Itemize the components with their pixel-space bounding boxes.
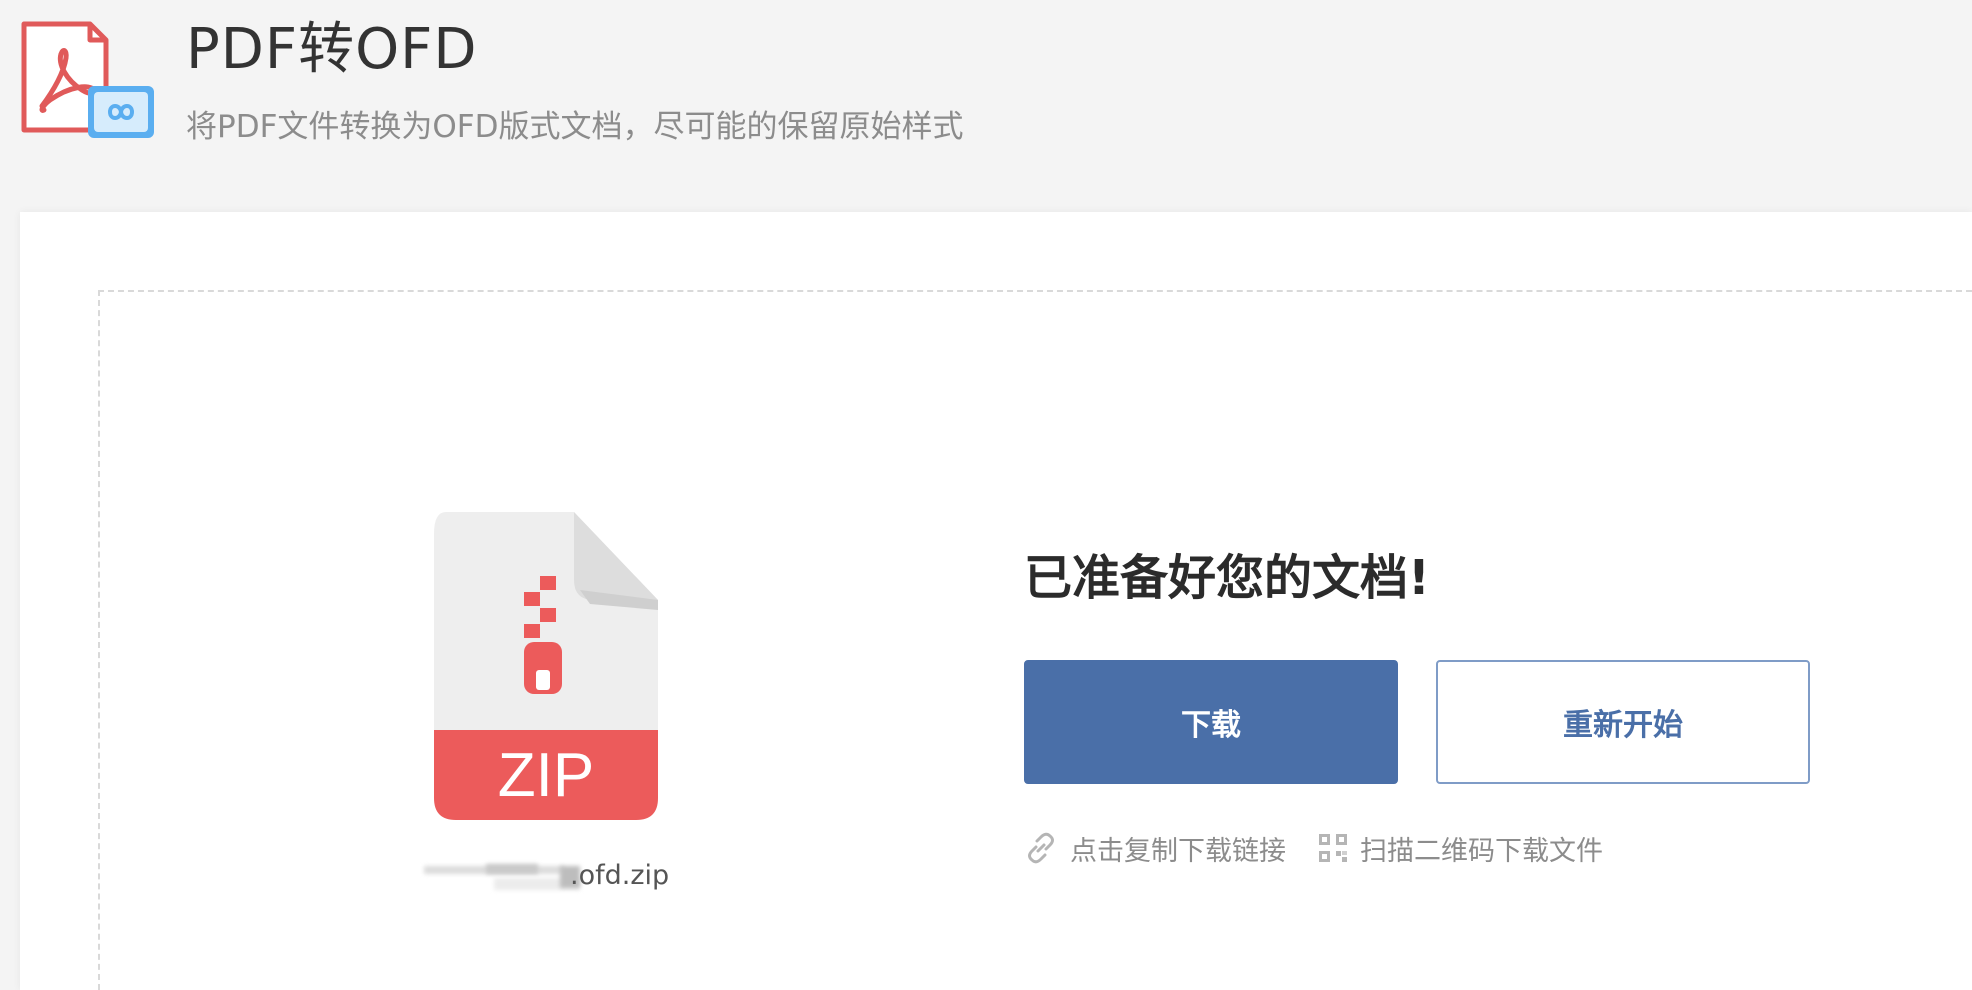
link-icon — [1028, 832, 1054, 864]
scan-qr-download[interactable]: 扫描二维码下载文件 — [1318, 826, 1603, 870]
result-panel — [98, 290, 1972, 990]
pdf-to-ofd-logo-icon — [21, 21, 154, 138]
page-subtitle: 将PDF文件转换为OFD版式文档，尽可能的保留原始样式 — [186, 109, 964, 145]
page-title: PDF转OFD — [186, 17, 478, 82]
qr-download-label: 扫描二维码下载文件 — [1360, 835, 1603, 867]
zip-file-icon: ZIP — [434, 512, 658, 820]
file-name-text: .ofd.zip — [570, 860, 670, 891]
qr-code-icon — [1319, 834, 1347, 862]
ready-heading: 已准备好您的文档! — [1024, 550, 1430, 606]
download-button[interactable]: 下载 — [1024, 660, 1398, 784]
restart-button[interactable]: 重新开始 — [1436, 660, 1810, 784]
file-name: .ofd.zip — [424, 856, 684, 896]
copy-link-label: 点击复制下载链接 — [1070, 835, 1286, 867]
copy-download-link[interactable]: 点击复制下载链接 — [1024, 826, 1286, 870]
page-header: PDF转OFD 将PDF文件转换为OFD版式文档，尽可能的保留原始样式 — [0, 0, 1972, 210]
zip-badge-label: ZIP — [498, 741, 594, 810]
obscured-filename-prefix — [424, 860, 580, 890]
